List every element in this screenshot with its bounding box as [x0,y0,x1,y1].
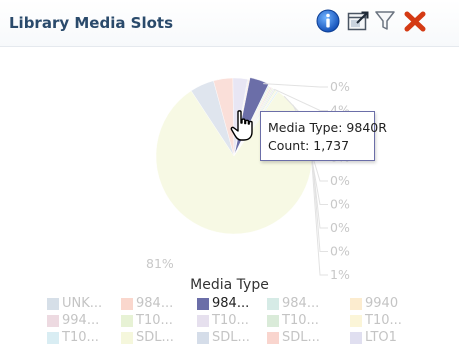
info-icon [316,9,340,33]
legend-swatch [47,332,59,344]
legend-swatch [267,332,279,344]
legend-label: LTO1 [365,330,397,345]
filter-icon [375,11,395,30]
legend-label: 9940 [365,296,399,311]
leader-line [263,83,328,88]
legend-label: SDL... [212,330,250,345]
legend-label: T10... [282,313,319,328]
hand-cursor-icon [230,110,253,141]
legend-title: Media Type [190,277,269,293]
slice-percent-label: 0% [330,79,350,94]
legend-swatch [121,332,133,344]
slice-percent-label: 0% [330,173,350,188]
panel-header: Library Media Slots [0,0,459,47]
legend-swatch [121,298,133,310]
legend-swatch [197,298,209,310]
slice-percent-label: 0% [330,220,350,235]
legend-label: 984... [212,296,250,311]
slice-percent-label: 0% [330,244,350,259]
close-button[interactable] [402,8,428,34]
legend-swatch [121,315,133,327]
library-media-slots-panel: Library Media Slots 0% 4% 0% 0% 0% 0% 1%… [0,0,459,361]
legend-swatch [267,298,279,310]
legend-label: 984... [136,296,174,311]
legend-label: T10... [365,313,402,328]
chart-tooltip: Media Type: 9840R Count: 1,737 [260,111,387,161]
export-button[interactable] [345,8,371,34]
legend-swatch [350,332,362,344]
legend-swatch [350,298,362,310]
legend-label: 984... [282,296,320,311]
slice-percent-label: 0% [330,197,350,212]
export-icon [347,11,369,31]
legend-swatch [350,315,362,327]
legend-label: 994... [62,313,100,328]
legend-swatch [267,315,279,327]
legend-label: T10... [62,330,99,345]
legend-label: SDL... [136,330,174,345]
legend-label: T10... [212,313,249,328]
legend-swatch [47,315,59,327]
tooltip-media-type: Media Type: 9840R [268,120,387,135]
legend-swatch [47,298,59,310]
close-icon [404,11,426,32]
info-button[interactable] [315,8,341,34]
slice-percent-label: 81% [146,256,174,271]
legend-swatch [197,332,209,344]
legend-label: SDL... [282,330,320,345]
legend-label: UNK... [62,296,103,311]
legend-label: T10... [136,313,173,328]
tooltip-count: Count: 1,737 [268,138,350,153]
filter-button[interactable] [372,8,398,34]
legend-swatch [197,315,209,327]
panel-title: Library Media Slots [9,14,174,32]
